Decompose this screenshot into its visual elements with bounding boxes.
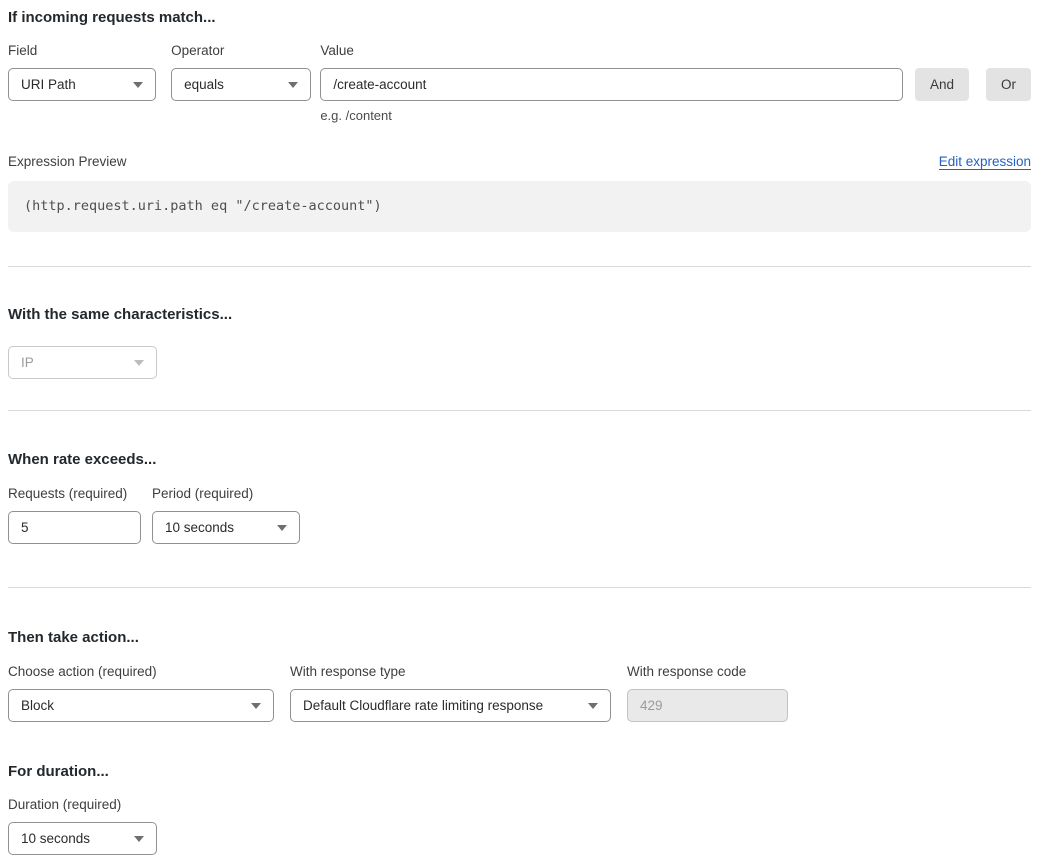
match-section-title: If incoming requests match... [8,8,1031,27]
operator-label: Operator [171,43,311,59]
response-code-label: With response code [627,664,788,680]
response-type-select[interactable]: Default Cloudflare rate limiting respons… [290,689,611,722]
caret-down-icon [134,836,144,842]
operator-select-value: equals [184,77,224,92]
field-select[interactable]: URI Path [8,68,156,101]
value-hint: e.g. /content [320,108,903,123]
section-divider [8,587,1031,588]
action-section-title: Then take action... [8,628,1031,647]
requests-group: Requests (required) [8,486,141,544]
caret-down-icon [588,703,598,709]
section-divider [8,410,1031,411]
rate-limiting-rule-form: If incoming requests match... Field URI … [0,0,1048,860]
choose-action-select[interactable]: Block [8,689,274,722]
rate-row: Requests (required) Period (required) 10… [8,486,1031,544]
duration-section-title: For duration... [8,762,1031,781]
caret-down-icon [133,82,143,88]
duration-select[interactable]: 10 seconds [8,822,157,855]
expression-preview-header: Expression Preview Edit expression [8,154,1031,170]
action-row: Choose action (required) Block With resp… [8,664,1031,722]
operator-select[interactable]: equals [171,68,311,101]
operator-group: Operator equals [171,43,311,101]
expression-preview-code: (http.request.uri.path eq "/create-accou… [8,181,1031,232]
period-select-value: 10 seconds [165,520,234,535]
value-label: Value [320,43,903,59]
caret-down-icon [251,703,261,709]
period-group: Period (required) 10 seconds [152,486,300,544]
choose-action-select-value: Block [21,698,54,713]
response-type-label: With response type [290,664,611,680]
section-divider [8,266,1031,267]
value-input[interactable] [320,68,903,101]
caret-down-icon [288,82,298,88]
match-builder-row: Field URI Path Operator equals Value e.g… [8,43,1031,123]
and-button[interactable]: And [915,68,969,101]
response-type-select-value: Default Cloudflare rate limiting respons… [303,698,543,713]
characteristics-section-title: With the same characteristics... [8,305,1031,324]
response-code-group: With response code [627,664,788,722]
duration-label: Duration (required) [8,797,157,813]
value-group: Value e.g. /content [320,43,903,123]
requests-label: Requests (required) [8,486,141,502]
caret-down-icon [134,360,144,366]
edit-expression-link[interactable]: Edit expression [939,154,1031,170]
response-type-group: With response type Default Cloudflare ra… [290,664,611,722]
duration-select-value: 10 seconds [21,831,90,846]
field-group: Field URI Path [8,43,156,101]
choose-action-group: Choose action (required) Block [8,664,274,722]
field-select-value: URI Path [21,77,76,92]
characteristic-select[interactable]: IP [8,346,157,379]
period-select[interactable]: 10 seconds [152,511,300,544]
requests-input[interactable] [8,511,141,544]
choose-action-label: Choose action (required) [8,664,274,680]
characteristic-select-value: IP [21,355,34,370]
response-code-input [627,689,788,722]
period-label: Period (required) [152,486,300,502]
field-label: Field [8,43,156,59]
rate-section-title: When rate exceeds... [8,450,1031,469]
expression-preview-label: Expression Preview [8,154,127,169]
caret-down-icon [277,525,287,531]
or-button[interactable]: Or [986,68,1031,101]
duration-group: Duration (required) 10 seconds [8,797,157,855]
